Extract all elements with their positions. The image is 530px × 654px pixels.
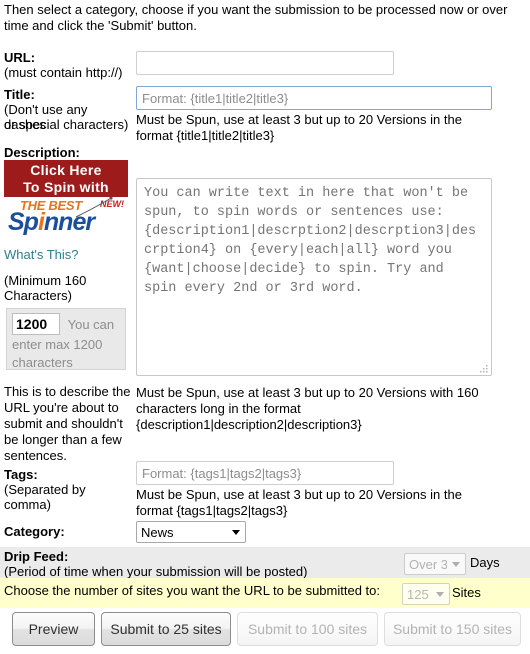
sites-select: 125	[402, 583, 450, 605]
drip-feed-label: Drip Feed:	[4, 549, 69, 564]
min-chars-note-line1: (Minimum 160	[4, 273, 87, 288]
banner-line1: Click Here	[30, 162, 102, 178]
tags-hint: Must be Spun, use at least 3 but up to 2…	[136, 487, 462, 518]
drip-feed-labels: Drip Feed: (Period of time when your sub…	[4, 549, 307, 579]
tags-label: Tags:	[4, 467, 38, 482]
sites-unit: Sites	[452, 585, 481, 600]
title-hint: Must be Spun, use at least 3 but up to 2…	[136, 112, 462, 143]
banner-top-text: Click Here To Spin with	[4, 160, 128, 197]
drip-feed-select-wrapper: Over 3	[404, 553, 466, 575]
preview-button[interactable]: Preview	[12, 612, 95, 646]
description-hint: Must be Spun, use at least 3 but up to 2…	[136, 385, 479, 432]
min-chars-note-line2: Characters)	[4, 288, 72, 303]
description-textarea[interactable]	[136, 178, 492, 376]
banner-word-spinner: Spinner	[8, 208, 95, 236]
title-input[interactable]	[136, 86, 492, 110]
banner-bottom: THE BEST NEW! Spinner	[4, 197, 128, 238]
category-select[interactable]: News	[136, 521, 246, 543]
submit-25-sites-button[interactable]: Submit to 25 sites	[101, 612, 231, 646]
category-select-wrapper[interactable]: News	[136, 521, 246, 543]
whats-this-link[interactable]: What's This?	[4, 247, 79, 262]
sites-select-wrapper: 125	[402, 583, 450, 605]
tags-note: (Separated by comma)	[4, 482, 86, 512]
submit-100-sites-button: Submit to 100 sites	[237, 612, 378, 646]
description-label: Description:	[4, 145, 80, 160]
url-note: (must contain http://)	[4, 65, 123, 80]
char-counter-box: You can enter max 1200 characters	[6, 308, 126, 370]
banner-line2: To Spin with	[23, 179, 109, 195]
submit-150-sites-button: Submit to 150 sites	[384, 612, 521, 646]
best-spinner-banner[interactable]: Click Here To Spin with THE BEST NEW! Sp…	[4, 160, 128, 238]
category-label: Category:	[4, 524, 65, 539]
banner-new-badge: NEW!	[100, 199, 124, 209]
drip-feed-unit: Days	[470, 555, 500, 570]
url-input[interactable]	[136, 51, 394, 75]
drip-feed-select: Over 3	[404, 553, 466, 575]
drip-feed-note: (Period of time when your submission wil…	[4, 564, 308, 579]
url-label: URL:	[4, 50, 36, 65]
sites-label: Choose the number of sites you want the …	[4, 583, 381, 598]
title-label: Title:	[4, 87, 35, 102]
description-side-note: This is to describe the URL you're about…	[4, 384, 131, 463]
banner-word-post: nner	[43, 208, 95, 236]
banner-word-pre: Sp	[8, 208, 39, 236]
intro-instructions: Then select a category, choose if you wa…	[4, 2, 508, 33]
tags-input[interactable]	[136, 461, 394, 485]
char-counter-input[interactable]	[12, 313, 60, 335]
title-note-line2: or special characters)	[4, 117, 129, 132]
